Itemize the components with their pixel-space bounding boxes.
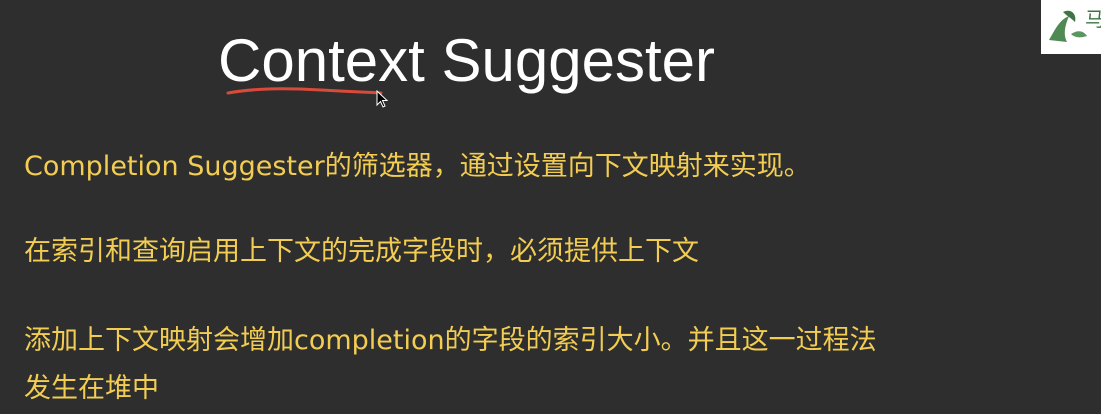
bullet-text-2: 在索引和查询启用上下文的完成字段时，必须提供上下文 xyxy=(24,236,699,267)
bullet-text-3-continued: 发生在堆中 xyxy=(24,373,159,404)
bullet-text-3: 添加上下文映射会增加completion的字段的索引大小。并且这一过程法 xyxy=(24,325,877,356)
red-underline-annotation xyxy=(226,87,383,95)
svg-text:马: 马 xyxy=(1085,7,1101,31)
bullet-text-1: Completion Suggester的筛选器，通过设置向下文映射来实现。 xyxy=(24,151,811,182)
mouse-cursor-icon xyxy=(376,90,389,108)
watermark-logo-icon: 马 xyxy=(1041,0,1101,54)
presentation-slide: Context Suggester Completion Suggester的筛… xyxy=(0,0,1101,414)
